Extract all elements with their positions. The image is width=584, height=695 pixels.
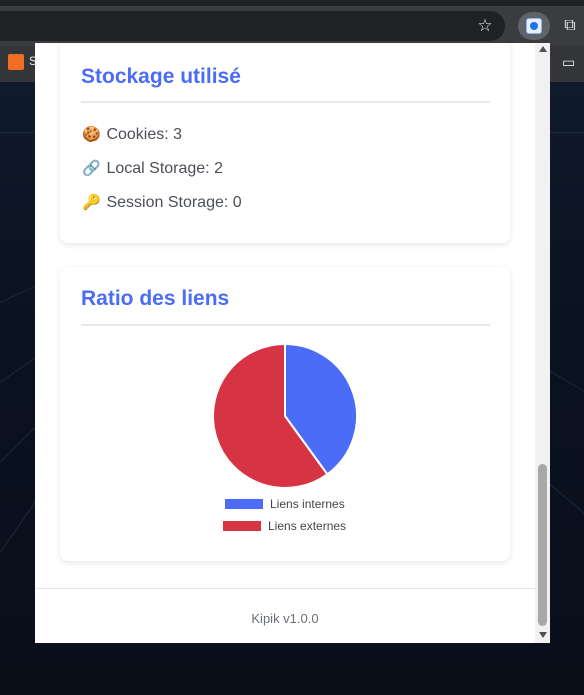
cookies-label: Cookies: bbox=[106, 126, 169, 143]
legend-swatch-external bbox=[223, 521, 261, 531]
links-pie-chart bbox=[212, 342, 358, 489]
address-bar[interactable] bbox=[0, 11, 505, 41]
session-storage-label: Session Storage: bbox=[106, 194, 229, 211]
popup-content: Stockage utilisé 🍪 Cookies: 3 🔗 Local St… bbox=[35, 43, 535, 588]
star-icon[interactable]: ☆ bbox=[474, 15, 496, 37]
popup-scrollbar[interactable] bbox=[535, 43, 550, 643]
legend-item-external[interactable]: Liens externes bbox=[223, 519, 346, 533]
storage-divider bbox=[81, 101, 490, 103]
extension-popup: Stockage utilisé 🍪 Cookies: 3 🔗 Local St… bbox=[35, 43, 550, 643]
cookie-icon: 🍪 bbox=[82, 126, 101, 143]
folder-icon[interactable]: ▭ bbox=[562, 53, 580, 71]
links-ratio-title: Ratio des liens bbox=[81, 287, 230, 310]
local-storage-stat: 🔗 Local Storage: 2 bbox=[82, 159, 223, 178]
soundcloud-icon[interactable] bbox=[8, 54, 24, 70]
scroll-up-arrow[interactable] bbox=[539, 46, 547, 52]
version-label: Kipik v1.0.0 bbox=[251, 611, 319, 626]
storage-card: Stockage utilisé 🍪 Cookies: 3 🔗 Local St… bbox=[60, 43, 510, 243]
cookies-value: 3 bbox=[173, 126, 183, 143]
storage-title: Stockage utilisé bbox=[81, 65, 241, 88]
links-ratio-card: Ratio des liens Liens internes Liens ext… bbox=[60, 267, 510, 561]
legend-swatch-internal bbox=[225, 499, 263, 509]
legend-label-internal: Liens internes bbox=[270, 497, 345, 511]
scroll-down-arrow[interactable] bbox=[539, 632, 547, 638]
session-storage-value: 0 bbox=[232, 194, 242, 211]
local-storage-label: Local Storage: bbox=[106, 160, 210, 177]
puzzle-icon[interactable]: ⧉ bbox=[558, 14, 582, 38]
local-storage-value: 2 bbox=[214, 160, 223, 177]
kipik-extension-icon bbox=[526, 18, 542, 34]
scroll-thumb[interactable] bbox=[538, 464, 547, 626]
legend-label-external: Liens externes bbox=[268, 519, 347, 533]
link-icon: 🔗 bbox=[82, 160, 101, 177]
popup-footer: Kipik v1.0.0 bbox=[35, 588, 535, 643]
session-storage-stat: 🔑 Session Storage: 0 bbox=[82, 193, 242, 212]
kipik-extension-button[interactable] bbox=[518, 12, 550, 40]
cookies-stat: 🍪 Cookies: 3 bbox=[82, 125, 182, 144]
key-icon: 🔑 bbox=[82, 194, 101, 211]
legend-item-internal[interactable]: Liens internes bbox=[225, 497, 345, 511]
links-divider bbox=[81, 324, 490, 326]
